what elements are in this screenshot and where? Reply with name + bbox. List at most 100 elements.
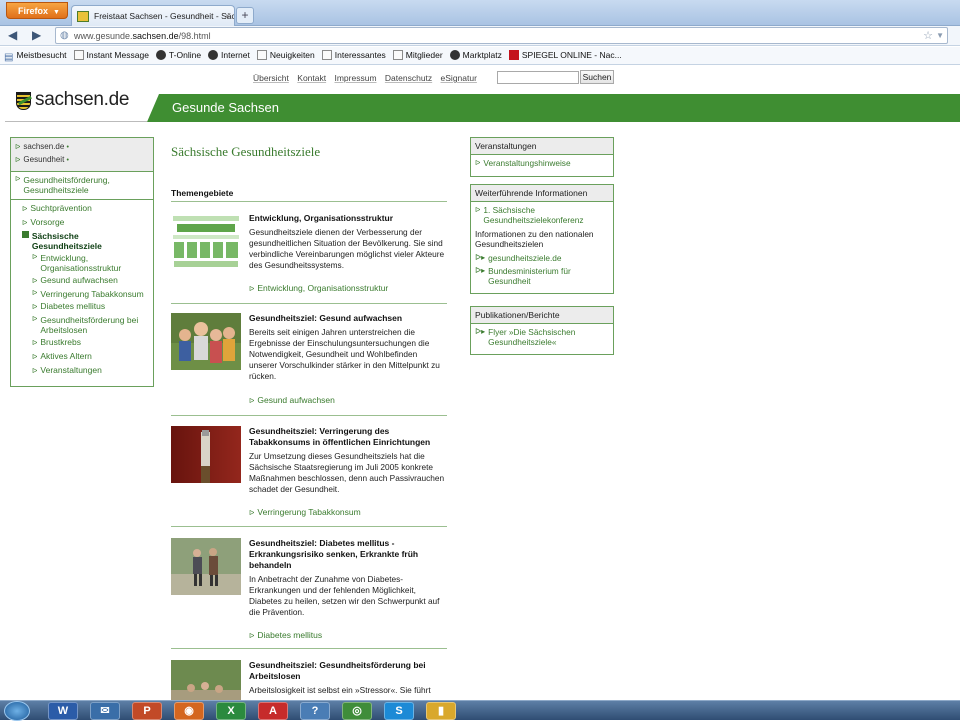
chrome-icon[interactable]: ◎ [342,702,372,720]
further-info-body: ᐅ 1. Sächsische Gesundheitszielekonferenz… [471,202,613,293]
bookmark-item[interactable]: ▤ Meistbesucht [4,50,67,63]
site-search-button[interactable]: Suchen [580,70,614,84]
folder-icon[interactable]: ▮ [426,702,456,720]
util-link-esignatur[interactable]: eSignatur [441,73,477,83]
url-bar[interactable]: ◍ www.gesunde.sachsen.de/98.html ☆ ▼ [55,27,948,44]
browser-titlebar: Firefox ▼ Freistaat Sachsen - Gesundheit … [0,0,960,26]
arrow-right-icon: ᐅ [475,207,481,214]
article-body: Gesundheitsziel: Gesund aufwachsen Berei… [249,313,447,382]
url-dropdown-icon[interactable]: ▼ [936,31,944,40]
arrow-right-icon: ᐅ [15,176,21,183]
nav-subitem[interactable]: ᐅ Brustkrebs [32,337,149,349]
bookmark-item[interactable]: Interessantes [321,50,386,60]
page-icon [321,50,332,60]
windows-start-icon[interactable] [4,701,30,721]
bookmark-item[interactable]: Internet [208,50,250,60]
nav-subitem[interactable]: ᐅ Aktives Altern [32,351,149,363]
bookmark-item[interactable]: Mitglieder [392,50,443,60]
article-teaser: Entwicklung, Organisationsstruktur Gesun… [171,211,447,304]
tab-close-icon[interactable]: × [225,11,230,21]
flyer-link[interactable]: ᐅ▸ Flyer »Die Sächsischen Gesundheitsziel… [475,327,609,347]
skype-icon[interactable]: S [384,702,414,720]
article-link[interactable]: ᐅ Gesund aufwachsen [249,395,335,405]
util-link-kontakt[interactable]: Kontakt [297,73,326,83]
nav-item-suchtpraevention[interactable]: ᐅ Suchtprävention [22,203,149,215]
bookmark-item[interactable]: Neuigkeiten [256,50,315,60]
bullet-icon: • [66,144,69,151]
tonline-icon [155,50,166,60]
powerpoint-icon[interactable]: P [132,702,162,720]
firefox-menu-button[interactable]: Firefox ▼ [6,2,68,19]
util-link-impressum[interactable]: Impressum [334,73,376,83]
nav-subitem[interactable]: ᐅ Veranstaltungen [32,365,149,377]
arrow-right-icon: ᐅ [32,290,38,297]
util-link-datenschutz[interactable]: Datenschutz [385,73,432,83]
meistbesucht-icon: ▤ [4,52,14,63]
nav-subitem[interactable]: ᐅ Gesundheitsförderung bei Arbeitslosen [32,315,149,335]
thunderbird-icon[interactable]: ✉ [90,702,120,720]
bookmark-item[interactable]: T-Online [155,50,202,60]
back-arrow-icon[interactable]: ◀ [8,28,17,42]
new-tab-button[interactable]: + [236,7,254,24]
article-heading[interactable]: Gesundheitsziel: Diabetes mellitus - Erk… [249,538,447,571]
walkers-photo-thumbnail[interactable] [171,538,241,595]
site-search-input[interactable] [497,71,579,84]
events-box-body: ᐅ Veranstaltungshinweise [471,155,613,176]
help-icon[interactable]: ? [300,702,330,720]
arrow-right-icon: ᐅ [32,368,38,375]
article-link[interactable]: ᐅ Entwicklung, Organisationsstruktur [249,283,388,293]
article-heading[interactable]: Entwicklung, Organisationsstruktur [249,213,447,224]
nav-item-active[interactable]: Sächsische Gesundheitsziele [22,231,149,251]
org-chart-thumbnail[interactable] [171,214,241,271]
article-body: Gesundheitsziel: Diabetes mellitus - Erk… [249,538,447,618]
nav-item-vorsorge[interactable]: ᐅ Vorsorge [22,217,149,229]
article-heading[interactable]: Gesundheitsziel: Gesund aufwachsen [249,313,447,324]
banner-title: Gesunde Sachsen [172,100,279,115]
breadcrumb-sachsen[interactable]: ᐅ sachsen.de • [15,141,153,154]
excel-icon[interactable]: X [216,702,246,720]
children-photo-thumbnail[interactable] [171,313,241,370]
cigarette-photo-thumbnail[interactable] [171,426,241,483]
nav-section-gesundheitsfoerderung[interactable]: ᐅ Gesundheitsförderung, Gesundheitsziele [11,172,153,200]
page-icon [392,50,403,60]
nav-subitem[interactable]: ᐅ Gesund aufwachsen [32,275,149,287]
sachsen-favicon-icon [77,11,89,22]
bookmark-item[interactable]: Marktplatz [449,50,502,60]
firefox-icon[interactable]: ◉ [174,702,204,720]
further-info-box: Weiterführende Informationen ᐅ 1. Sächsis… [470,184,614,294]
conference-link[interactable]: ᐅ 1. Sächsische Gesundheitszielekonferenz [475,205,609,225]
article-link[interactable]: ᐅ Verringerung Tabakkonsum [249,507,361,517]
events-link[interactable]: ᐅ Veranstaltungshinweise [475,158,609,169]
bookmark-label: Neuigkeiten [269,50,315,60]
arrow-right-icon: ᐅ [32,340,38,347]
nav-subitem[interactable]: ᐅ Entwicklung, Organisationsstruktur [32,253,149,273]
bookmark-item[interactable]: SPIEGEL ONLINE - Nac... [508,50,622,60]
forward-arrow-icon[interactable]: ▶ [32,28,41,42]
browser-tab[interactable]: Freistaat Sachsen - Gesundheit - Sächsi.… [71,5,235,26]
windows-taskbar: W ✉ P ◉ X A ? ◎ S ▮ [0,700,960,721]
article-heading[interactable]: Gesundheitsziel: Gesundheitsförderung be… [249,660,447,682]
word-icon[interactable]: W [48,702,78,720]
nav-subitem-label: Veranstaltungen [40,365,102,375]
external-link-gesundheitsziele[interactable]: ᐅ▸ gesundheitsziele.de [475,253,609,263]
util-link-uebersicht[interactable]: Übersicht [253,73,289,83]
globe-icon: ◍ [60,30,69,41]
article-link[interactable]: ᐅ Diabetes mellitus [249,630,322,640]
nav-subitem[interactable]: ᐅ Verringerung Tabakkonsum [32,289,149,299]
tonline-icon [208,50,219,60]
article-body: Gesundheitsziel: Gesundheitsförderung be… [249,660,447,696]
saxony-coat-of-arms-icon [16,92,31,110]
breadcrumb-gesundheit[interactable]: ᐅ Gesundheit • [15,154,153,167]
article-heading[interactable]: Gesundheitsziel: Verringerung des Tabakk… [249,426,447,448]
bookmark-item[interactable]: Instant Message [73,50,149,60]
external-link-bmg[interactable]: ᐅ▸ Bundesministerium für Gesundheit [475,266,609,286]
page-title: Sächsische Gesundheitsziele [171,144,321,159]
nav-subitem[interactable]: ᐅ Diabetes mellitus [32,301,149,313]
bookmark-star-icon[interactable]: ☆ [923,29,933,42]
nav-subitem-label: Aktives Altern [40,351,92,361]
utility-nav: Übersicht Kontakt Impressum Datenschutz … [253,73,483,83]
acrobat-icon[interactable]: A [258,702,288,720]
arrow-right-icon: ᐅ [32,316,38,323]
bookmark-label: T-Online [168,50,202,60]
external-link-icon: ᐅ▸ [475,266,486,275]
